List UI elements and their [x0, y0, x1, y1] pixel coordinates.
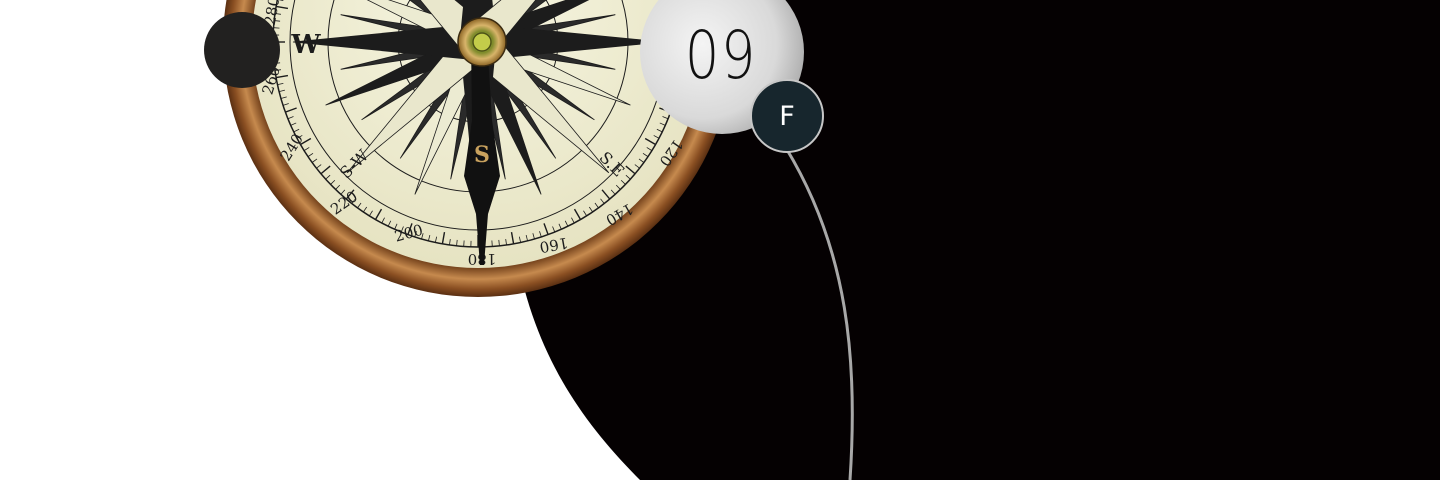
step-number: 09: [684, 16, 758, 94]
dark-dot-decoration: [204, 12, 280, 88]
compass-south-label: S: [474, 142, 490, 168]
compass-west-label: W: [290, 30, 321, 60]
step-letter-badge[interactable]: F: [750, 79, 824, 153]
step-letter: F: [779, 100, 795, 132]
